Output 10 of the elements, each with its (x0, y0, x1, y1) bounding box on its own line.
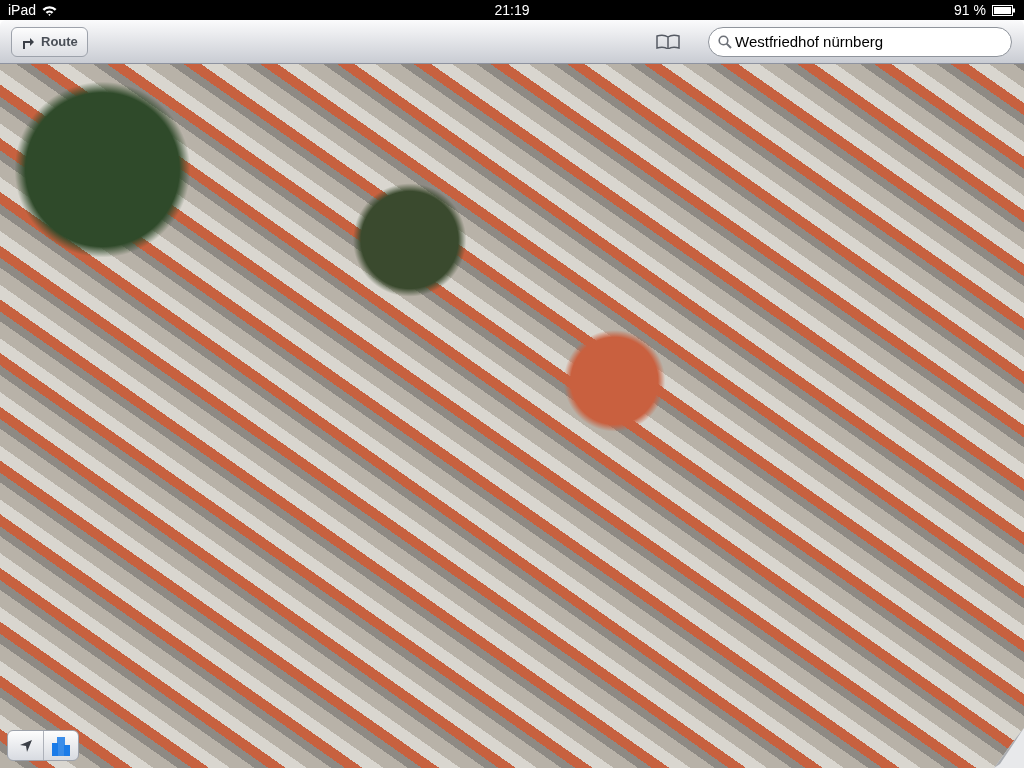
route-button[interactable]: Route (11, 26, 88, 57)
map-photo-placeholder[interactable] (0, 64, 1024, 768)
battery-percentage: 91 % (954, 2, 986, 18)
clock-time: 21:19 (494, 2, 530, 18)
page-curl-icon[interactable] (994, 728, 1024, 768)
device-name: iPad (8, 2, 37, 18)
bookmarks-icon[interactable] (656, 34, 680, 49)
search-field[interactable]: Westfriedhof nürnberg (708, 26, 1012, 57)
wifi-icon (42, 4, 58, 16)
battery-icon (992, 4, 1016, 16)
